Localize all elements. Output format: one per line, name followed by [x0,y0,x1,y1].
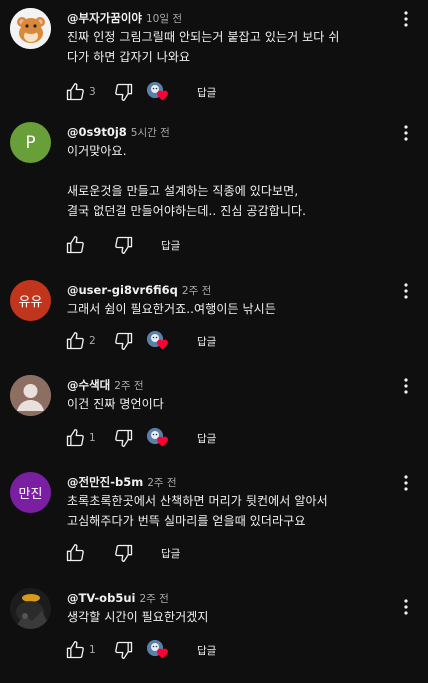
comment-author[interactable]: @부자가꿈이야 [67,11,142,25]
reply-button[interactable]: 답글 [191,81,222,104]
thumbs-up-icon [66,641,84,659]
dislike-button[interactable] [113,234,135,256]
comment-time[interactable]: 10일 전 [146,13,182,25]
heart-icon [157,90,168,101]
reply-button[interactable]: 답글 [155,542,186,565]
thumbs-down-icon [115,83,133,102]
creator-heart-badge [147,639,171,661]
profile-photo-image [10,588,51,629]
creator-heart-badge [147,81,171,103]
reply-button[interactable]: 답글 [155,234,186,257]
avatar[interactable] [10,588,51,629]
thumbs-up-icon [66,332,84,350]
thumbs-up-icon [66,236,84,254]
comment-text: 생각할 시간이 필요한거겠지 [67,610,209,624]
like-count: 1 [89,432,96,444]
comment-author[interactable]: @수색대 [67,378,110,392]
like-button[interactable] [64,81,86,103]
comment-text: 이거맞아요. 새로운것을 만들고 설계하는 직종에 있다보면, 결국 없던걸 만… [67,144,307,218]
avatar[interactable] [10,8,51,49]
thumbs-up-icon [66,544,84,562]
like-button[interactable] [64,427,86,449]
avatar[interactable]: 만진 [10,472,51,513]
comment-text: 그래서 쉼이 필요한거죠..여행이든 낚시든 [67,302,276,316]
comment-text: 초록초록한곳에서 산책하면 머리가 뒷컨에서 알아서 고심해주다가 번뜩 실마리… [67,494,328,528]
more-options-button[interactable] [398,280,414,302]
dislike-button[interactable] [113,330,135,352]
dislike-button[interactable] [113,639,135,661]
avatar[interactable]: P [10,122,51,163]
heart-icon [157,436,168,447]
more-options-button[interactable] [398,472,414,494]
avatar[interactable] [10,375,51,416]
like-button[interactable] [64,234,86,256]
more-options-button[interactable] [398,596,414,618]
like-count: 3 [89,86,96,98]
comment-time[interactable]: 2주 전 [182,285,211,297]
kebab-icon [404,599,408,615]
avatar-initials: 유유 [18,295,43,310]
avatar-initials: P [25,132,36,153]
like-button[interactable] [64,639,86,661]
dislike-button[interactable] [113,542,135,564]
thumbs-down-icon [115,544,133,562]
comment-time[interactable]: 2주 전 [114,380,143,392]
comment-author[interactable]: @user-gi8vr6fi6q [67,283,178,297]
more-options-button[interactable] [398,8,414,30]
comment-author[interactable]: @0s9t0j8 [67,125,127,139]
dislike-button[interactable] [113,81,135,103]
creator-heart-badge [147,427,171,449]
like-button[interactable] [64,330,86,352]
kebab-icon [404,11,408,27]
reply-button[interactable]: 답글 [191,330,222,353]
kebab-icon [404,283,408,299]
dislike-button[interactable] [113,427,135,449]
comment-time[interactable]: 5시간 전 [131,127,170,139]
thumbs-down-icon [115,332,133,350]
reply-button[interactable]: 답글 [191,639,222,662]
comment-time[interactable]: 2주 전 [147,477,176,489]
comment-text: 이건 진짜 명언이다 [67,397,164,411]
kebab-icon [404,378,408,394]
thumbs-down-icon [115,429,133,447]
like-button[interactable] [64,542,86,564]
like-count: 1 [89,644,96,656]
creator-heart-badge [147,330,171,352]
kebab-icon [404,475,408,491]
thumbs-down-icon [115,236,133,254]
comment-author[interactable]: @전만진-b5m [67,475,143,489]
reply-button[interactable]: 답글 [191,427,222,450]
kebab-icon [404,125,408,141]
default-person-icon [10,375,51,416]
like-count: 2 [89,335,96,347]
comment-author[interactable]: @TV-ob5ui [67,591,135,605]
comment-text: 진짜 인정 그림그릴때 안되는거 붙잡고 있는거 보다 쉬 다가 하면 갑자기 … [67,30,340,64]
thumbs-up-icon [66,83,84,101]
thumbs-up-icon [66,429,84,447]
heart-icon [157,648,168,659]
thumbs-down-icon [115,641,133,659]
avatar-initials: 만진 [18,487,43,502]
heart-icon [157,339,168,350]
comment-time[interactable]: 2주 전 [139,593,168,605]
comment-list: @부자가꿈이야 10일 전 진짜 인정 그림그릴때 안되는거 붙잡고 있는거 보다… [0,0,428,683]
hamster-avatar-image [10,8,51,49]
avatar[interactable]: 유유 [10,280,51,321]
more-options-button[interactable] [398,375,414,397]
more-options-button[interactable] [398,122,414,144]
